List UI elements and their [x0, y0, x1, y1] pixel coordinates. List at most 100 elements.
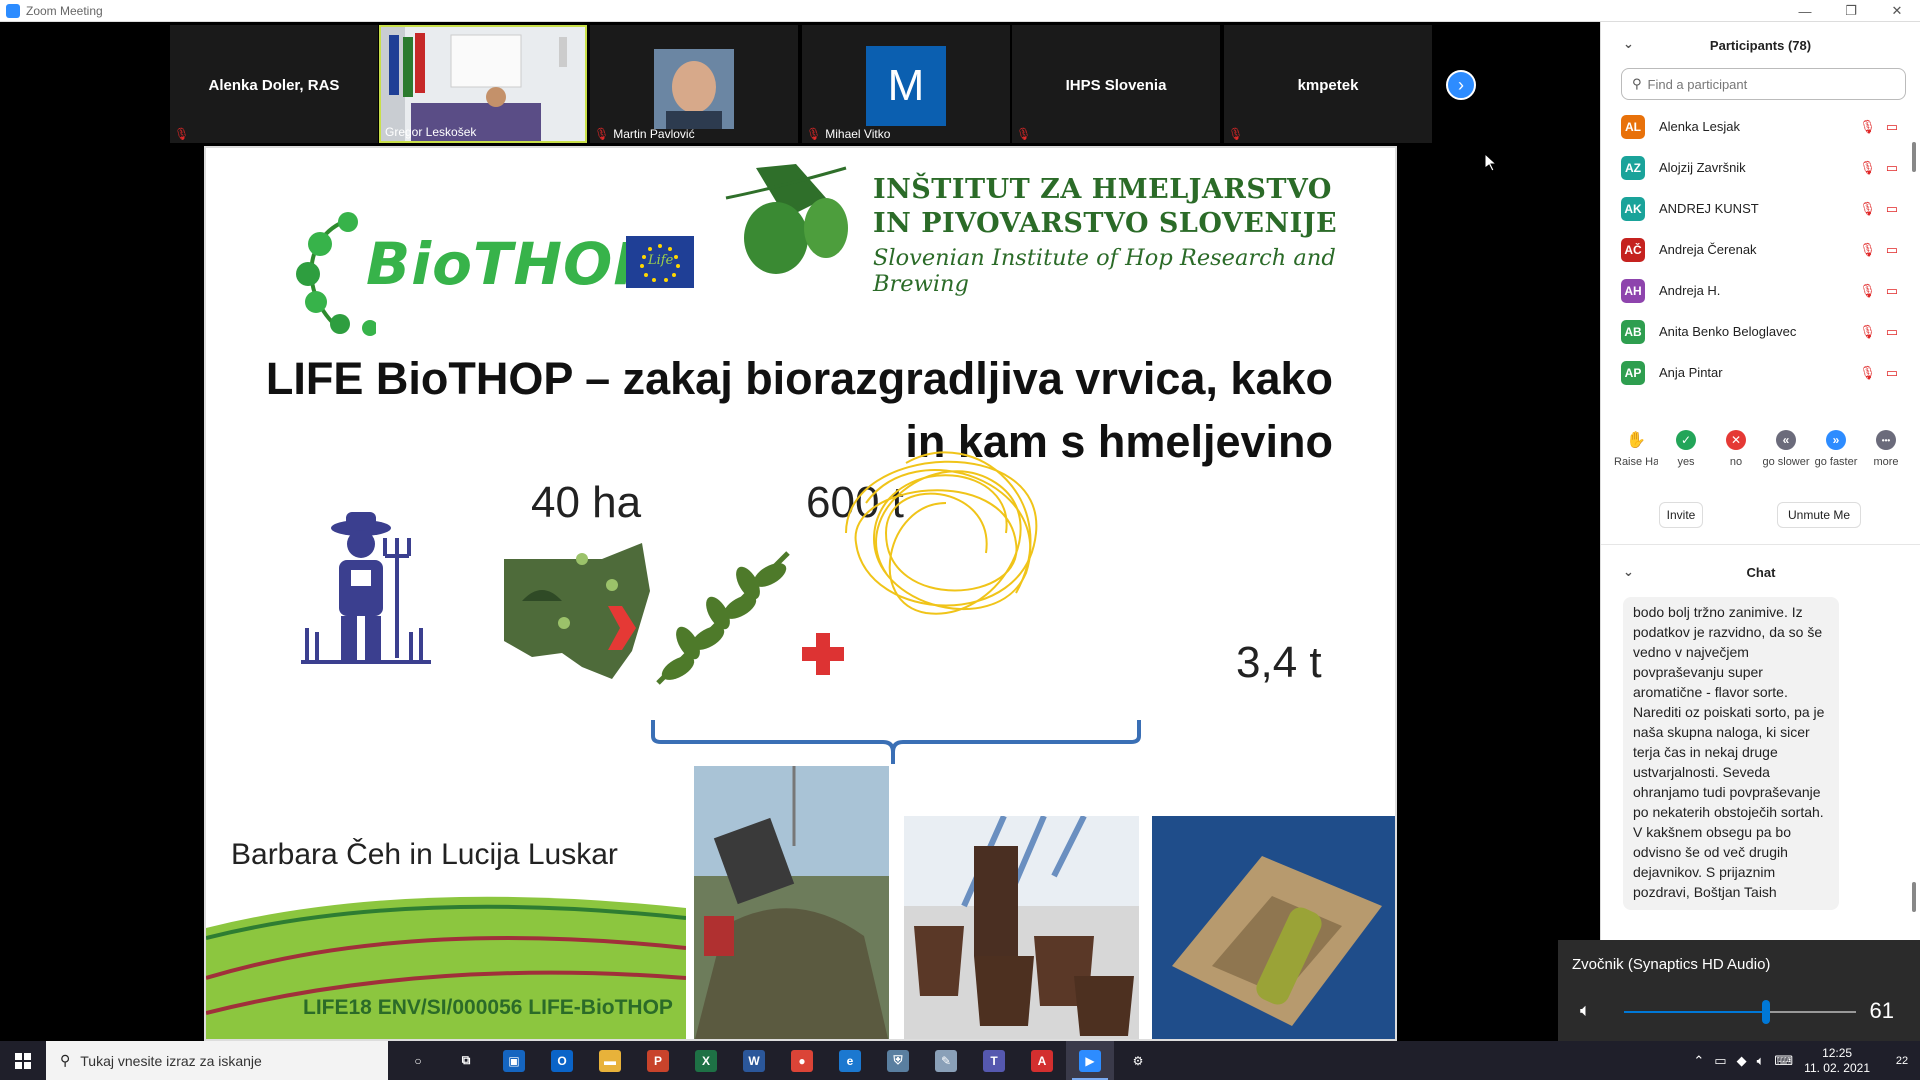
biothop-logo-text: BioTHOP — [366, 230, 657, 298]
video-tile-active-speaker[interactable]: Gregor Leskošek — [379, 25, 587, 143]
participant-search[interactable]: ⚲ — [1621, 68, 1906, 100]
reaction-label: yes — [1677, 456, 1695, 468]
restore-button[interactable]: ❐ — [1828, 0, 1874, 22]
taskbar-search[interactable]: ⚲ — [46, 1041, 388, 1080]
participant-row[interactable]: AČ Andreja Čerenak 🎙︎ ▭ — [1601, 229, 1920, 270]
avatar: AČ — [1621, 237, 1645, 262]
participant-row[interactable]: AH Andreja H. 🎙︎ ▭ — [1601, 270, 1920, 311]
start-button[interactable] — [0, 1041, 46, 1080]
next-page-button[interactable]: › — [1446, 70, 1476, 100]
taskbar-app[interactable]: P — [634, 1041, 682, 1080]
life-label: Life — [648, 253, 674, 268]
close-button[interactable]: ✕ — [1874, 0, 1920, 22]
network-icon[interactable]: ▭ — [1714, 1053, 1726, 1069]
word-icon: W — [743, 1049, 765, 1072]
taskbar-app[interactable]: ● — [778, 1041, 826, 1080]
volume-slider[interactable] — [1624, 1000, 1856, 1024]
yes-button[interactable]: ✓ yes — [1661, 430, 1711, 468]
search-input[interactable] — [1647, 76, 1888, 92]
participant-row[interactable]: AL Alenka Lesjak 🎙︎ ▭ — [1601, 106, 1920, 147]
collapse-chevron-icon[interactable]: ⌄ — [1623, 36, 1634, 52]
video-tile[interactable]: IHPS Slovenia 🎙︎ — [1012, 25, 1220, 143]
taskbar-app[interactable]: e — [826, 1041, 874, 1080]
participant-row[interactable]: AZ Alojzij Završnik 🎙︎ ▭ — [1601, 147, 1920, 188]
participant-row[interactable]: AB Anita Benko Beloglavec 🎙︎ ▭ — [1601, 311, 1920, 352]
shield-app-icon: ⛨ — [887, 1049, 909, 1072]
teams-icon: T — [983, 1049, 1005, 1072]
volume-slider-thumb[interactable] — [1762, 1000, 1770, 1024]
volume-icon[interactable]: 🔈︎ — [1757, 1053, 1765, 1069]
dropbox-icon[interactable]: ◆ — [1737, 1053, 1747, 1069]
shared-screen: BioTHOP Life INŠTITUT ZA HMELJARSTVO IN … — [5, 146, 1600, 1041]
twine-icon — [845, 451, 1038, 615]
audio-device-name[interactable]: Zvočnik (Synaptics HD Audio) — [1572, 956, 1770, 973]
taskbar-search-input[interactable] — [80, 1052, 371, 1069]
taskbar-app[interactable]: ○ — [394, 1041, 442, 1080]
muted-mic-icon: 🎙︎ — [174, 127, 190, 141]
taskbar-app[interactable]: ⛨ — [874, 1041, 922, 1080]
raise-hand-button[interactable]: ✋ Raise Hand — [1611, 430, 1661, 468]
taskbar-app[interactable]: ▬ — [586, 1041, 634, 1080]
participant-row[interactable]: AP Anja Pintar 🎙︎ ▭ — [1601, 352, 1920, 393]
paint-icon: ✎ — [935, 1049, 957, 1072]
video-tile[interactable]: Alenka Doler, RAS 🎙︎ — [170, 25, 378, 143]
participant-photo — [654, 49, 734, 129]
keyboard-icon[interactable]: ⌨ — [1774, 1053, 1793, 1069]
chat-message: bodo bolj tržno zanimive. Iz podatkov je… — [1623, 597, 1839, 910]
participant-name: Alenka Doler, RAS — [208, 77, 340, 94]
collapse-chevron-icon[interactable]: ⌄ — [1623, 564, 1634, 580]
participant-scrollbar[interactable] — [1912, 142, 1916, 172]
x-icon: ✕ — [1726, 430, 1746, 450]
notification-center-button[interactable]: 22 — [1884, 1055, 1920, 1067]
presentation-slide: BioTHOP Life INŠTITUT ZA HMELJARSTVO IN … — [204, 146, 1397, 1041]
taskbar-app[interactable]: ✎ — [922, 1041, 970, 1080]
participant-name: Anja Pintar — [1659, 365, 1723, 380]
outlook-icon: O — [551, 1049, 573, 1072]
fast-forward-icon: » — [1826, 430, 1846, 450]
muted-mic-icon: 🎙︎ — [1016, 127, 1032, 141]
zoom-app-icon — [6, 3, 20, 18]
unmute-me-button[interactable]: Unmute Me — [1777, 502, 1861, 528]
video-tile[interactable]: kmpetek 🎙︎ — [1224, 25, 1432, 143]
taskbar-app[interactable]: T — [970, 1041, 1018, 1080]
video-tile[interactable]: 🎙︎ Martin Pavlović — [590, 25, 798, 143]
windows-logo-icon — [15, 1052, 31, 1069]
search-icon: ⚲ — [1632, 76, 1642, 91]
taskbar-app[interactable]: ▶ — [1066, 1041, 1114, 1080]
participant-row[interactable]: AK ANDREJ KUNST 🎙︎ ▭ — [1601, 188, 1920, 229]
twine-stat: 3,4 t — [1236, 638, 1322, 687]
participant-name: Mihael Vitko — [825, 127, 891, 141]
minimize-button[interactable]: — — [1782, 0, 1828, 22]
participant-name: Alenka Lesjak — [1659, 119, 1740, 134]
invite-button[interactable]: Invite — [1659, 502, 1703, 528]
video-tile[interactable]: M 🎙︎ Mihael Vitko — [802, 25, 1010, 143]
participant-name: Alojzij Završnik — [1659, 160, 1746, 175]
more-icon: ••• — [1876, 430, 1896, 450]
window-app-icon: ▣ — [503, 1049, 525, 1072]
muted-mic-icon: 🎙︎ — [1859, 159, 1876, 175]
go-slower-button[interactable]: « go slower — [1761, 430, 1811, 468]
chevron-up-icon[interactable]: ⌃ — [1693, 1053, 1704, 1069]
muted-mic-icon: 🎙︎ — [1859, 282, 1876, 298]
taskbar-clock[interactable]: 12:25 11. 02. 2021 — [1804, 1046, 1870, 1076]
go-faster-button[interactable]: » go faster — [1811, 430, 1861, 468]
taskbar-app[interactable]: O — [538, 1041, 586, 1080]
taskbar-app[interactable]: X — [682, 1041, 730, 1080]
arrow-right-icon — [608, 500, 638, 560]
speaker-icon[interactable]: 🔈︎ — [1580, 1000, 1591, 1021]
chat-scrollbar[interactable] — [1912, 882, 1916, 912]
taskbar-app[interactable]: W — [730, 1041, 778, 1080]
no-button[interactable]: ✕ no — [1711, 430, 1761, 468]
taskbar-app[interactable]: ⧉ — [442, 1041, 490, 1080]
more-button[interactable]: ••• more — [1861, 430, 1911, 468]
window-controls: — ❐ ✕ — [1782, 0, 1920, 22]
taskbar-app[interactable]: ▣ — [490, 1041, 538, 1080]
muted-mic-icon: 🎙︎ — [1859, 323, 1876, 339]
video-strip: Alenka Doler, RAS 🎙︎ Gregor Leskošek 🎙︎ … — [0, 22, 1600, 146]
avatar: AK — [1621, 196, 1645, 221]
taskbar-app[interactable]: A — [1018, 1041, 1066, 1080]
taskbar-app[interactable]: ⚙ — [1114, 1041, 1162, 1080]
video-off-icon: ▭ — [1885, 200, 1898, 216]
leaf-branch-icon — [656, 551, 790, 685]
taskbar: ⚲ ○ ⧉ ▣ O ▬ P X W ● e ⛨ ✎ T A ▶ ⚙ ⌃ ▭ ◆ 🔈︎ ⌨ 12:25 11. … — [0, 1041, 1920, 1080]
